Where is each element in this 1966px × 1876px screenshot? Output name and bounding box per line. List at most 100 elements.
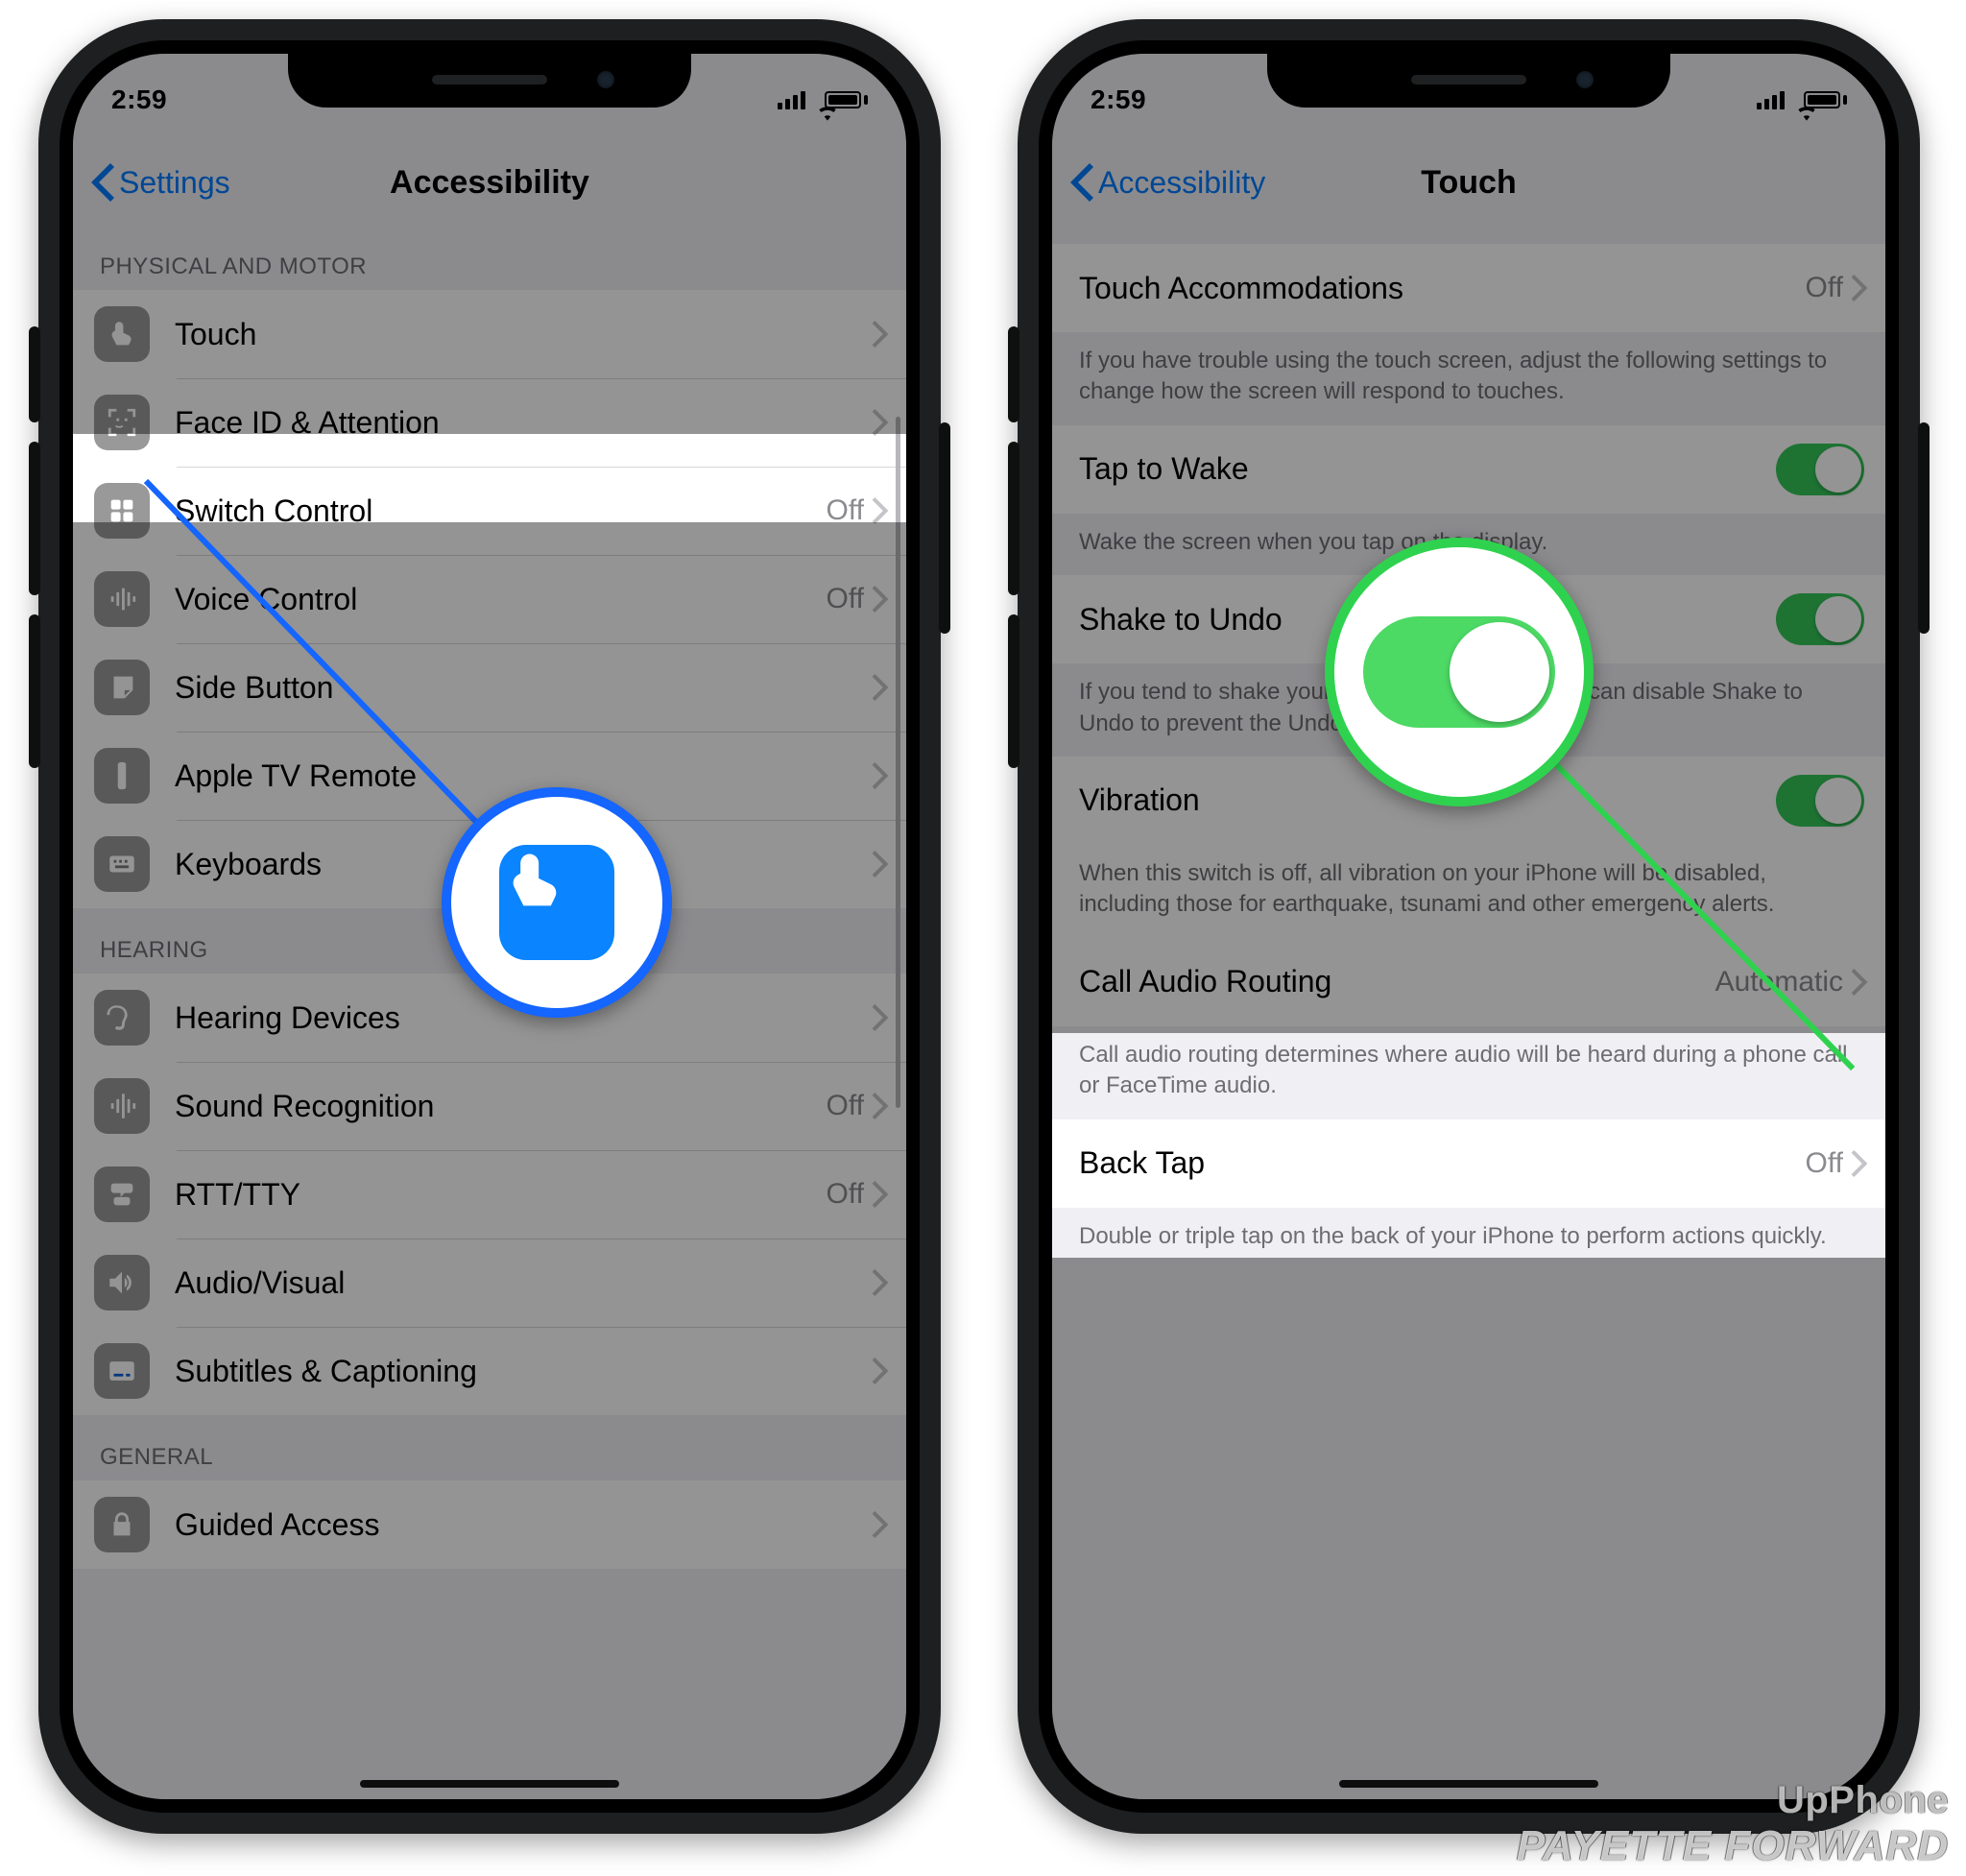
row-label: Subtitles & Captioning	[175, 1354, 872, 1389]
toggle-shake-to-undo[interactable]	[1776, 593, 1864, 645]
notch	[288, 54, 691, 108]
section-header-physical: PHYSICAL AND MOTOR	[73, 225, 906, 290]
row-label: Back Tap	[1079, 1145, 1806, 1181]
side-button-decoration	[939, 422, 950, 634]
battery-icon	[1804, 91, 1847, 108]
switch-control-icon	[94, 483, 150, 539]
content-right[interactable]: Touch Accommodations Off If you have tro…	[1052, 225, 1885, 1799]
chevron-right-icon	[872, 851, 889, 878]
row-touch-accommodations[interactable]: Touch Accommodations Off	[1052, 244, 1885, 332]
footer-note-ta: If you have trouble using the touch scre…	[1052, 332, 1885, 425]
subtitles-icon	[94, 1343, 150, 1399]
side-button-decoration	[29, 614, 40, 768]
side-button-decoration	[1008, 326, 1019, 422]
row-back-tap[interactable]: Back Tap Off	[1052, 1119, 1885, 1208]
navbar: Accessibility Touch	[1052, 140, 1885, 225]
side-button-decoration	[1918, 422, 1930, 634]
row-value: Off	[827, 583, 864, 615]
cellular-icon	[778, 90, 805, 109]
bezel: 2:59 Accessibility Touch	[1039, 40, 1899, 1813]
row-label: Call Audio Routing	[1079, 964, 1715, 999]
chevron-right-icon	[872, 1181, 889, 1208]
faceid-icon	[94, 395, 150, 450]
callout-toggle	[1325, 538, 1594, 806]
row-apple-tv-remote[interactable]: Apple TV Remote	[73, 732, 906, 820]
list-hearing: Hearing Devices Sound Recognition Off RT…	[73, 974, 906, 1415]
row-tap-to-wake[interactable]: Tap to Wake	[1052, 425, 1885, 514]
row-value: Off	[827, 1178, 864, 1211]
notch	[1267, 54, 1670, 108]
group-touch-accommodations: Touch Accommodations Off	[1052, 244, 1885, 332]
screen-right: 2:59 Accessibility Touch	[1052, 54, 1885, 1799]
touch-icon	[499, 845, 614, 960]
nav-back-label: Settings	[119, 165, 230, 201]
nav-back-button[interactable]: Settings	[90, 163, 230, 202]
row-switch-control[interactable]: Switch Control Off	[73, 467, 906, 555]
footer-note-bt: Double or triple tap on the back of your…	[1052, 1208, 1885, 1269]
chevron-right-icon	[872, 497, 889, 524]
row-label: Switch Control	[175, 493, 827, 529]
chevron-left-icon	[90, 163, 115, 202]
navbar: Settings Accessibility	[73, 140, 906, 225]
battery-icon	[825, 91, 868, 108]
status-time: 2:59	[111, 84, 167, 115]
chevron-right-icon	[872, 586, 889, 613]
row-audio-visual[interactable]: Audio/Visual	[73, 1239, 906, 1327]
row-touch[interactable]: Touch	[73, 290, 906, 378]
stage: { "status": { "time": "2:59" }, "left": …	[0, 0, 1966, 1876]
side-button-decoration	[1008, 442, 1019, 595]
row-label: Audio/Visual	[175, 1265, 872, 1301]
toggle-on-large	[1363, 616, 1555, 728]
chevron-right-icon	[872, 674, 889, 701]
watermark-upphone: UpPhone	[1517, 1779, 1949, 1822]
row-rtt-tty[interactable]: RTT/TTY Off	[73, 1150, 906, 1239]
nav-back-button[interactable]: Accessibility	[1069, 163, 1265, 202]
row-value: Off	[1806, 1147, 1843, 1180]
content-left[interactable]: PHYSICAL AND MOTOR Touch Face ID & Atten…	[73, 225, 906, 1799]
row-guided-access[interactable]: Guided Access	[73, 1480, 906, 1569]
row-side-button[interactable]: Side Button	[73, 643, 906, 732]
cellular-icon	[1757, 90, 1785, 109]
row-voice-control[interactable]: Voice Control Off	[73, 555, 906, 643]
side-button-decoration	[1008, 614, 1019, 768]
side-button-decoration	[29, 442, 40, 595]
section-header-general: GENERAL	[73, 1415, 906, 1480]
chevron-right-icon	[872, 409, 889, 436]
watermark-payette: PAYETTE FORWARD	[1517, 1822, 1949, 1870]
row-label: Touch	[175, 317, 872, 352]
row-subtitles-captioning[interactable]: Subtitles & Captioning	[73, 1327, 906, 1415]
iphone-left: 2:59 Settings Accessibility PHYSI	[38, 19, 941, 1834]
audio-visual-icon	[94, 1255, 150, 1311]
home-indicator	[360, 1780, 619, 1788]
nav-title: Touch	[1421, 164, 1516, 202]
rtt-tty-icon	[94, 1166, 150, 1222]
row-value: Off	[1806, 272, 1843, 304]
row-call-audio-routing[interactable]: Call Audio Routing Automatic	[1052, 938, 1885, 1026]
footer-note-vibration: When this switch is off, all vibration o…	[1052, 845, 1885, 938]
callout-touch-icon	[442, 787, 672, 1018]
row-label: Face ID & Attention	[175, 405, 872, 441]
chevron-right-icon	[872, 321, 889, 348]
row-face-id[interactable]: Face ID & Attention	[73, 378, 906, 467]
list-general: Guided Access	[73, 1480, 906, 1569]
chevron-right-icon	[872, 1004, 889, 1031]
ear-icon	[94, 990, 150, 1046]
side-button-decoration	[29, 326, 40, 422]
row-label: RTT/TTY	[175, 1177, 827, 1213]
scroll-indicator	[896, 417, 900, 1108]
watermark: UpPhone PAYETTE FORWARD	[1517, 1779, 1949, 1870]
toggle-vibration[interactable]	[1776, 775, 1864, 827]
toggle-tap-to-wake[interactable]	[1776, 444, 1864, 495]
status-time: 2:59	[1091, 84, 1146, 115]
row-label: Touch Accommodations	[1079, 271, 1806, 306]
row-sound-recognition[interactable]: Sound Recognition Off	[73, 1062, 906, 1150]
row-label: Tap to Wake	[1079, 451, 1776, 487]
nav-title: Accessibility	[390, 164, 589, 202]
row-label: Guided Access	[175, 1507, 872, 1543]
row-label: Side Button	[175, 670, 872, 706]
group-back-tap: Back Tap Off	[1052, 1119, 1885, 1208]
touch-icon	[94, 306, 150, 362]
row-value: Off	[827, 494, 864, 527]
nav-back-label: Accessibility	[1098, 165, 1265, 201]
iphone-right: 2:59 Accessibility Touch	[1018, 19, 1920, 1834]
